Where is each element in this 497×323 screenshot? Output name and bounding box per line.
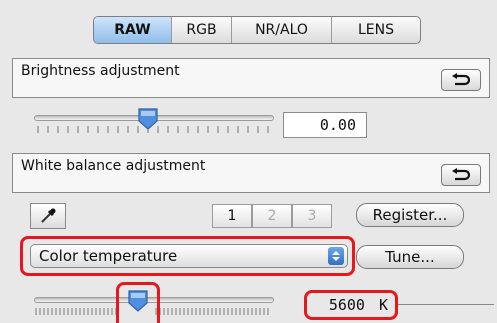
brightness-value-field[interactable]: 0.00 [283,112,367,138]
brightness-section: Brightness adjustment [12,58,490,98]
temperature-value-field[interactable]: 5600 K [308,294,394,316]
tune-button[interactable]: Tune... [356,245,464,269]
adjustment-tabs: RAW RGB NR/ALO LENS [93,16,421,44]
preset-2-button[interactable]: 2 [252,204,292,228]
brightness-title: Brightness adjustment [21,63,180,79]
reset-arrow-icon [452,168,471,181]
white-balance-mode-select[interactable]: Color temperature [30,244,348,268]
temperature-value: 5600 [328,296,365,314]
divider-line [398,304,494,305]
eyedropper-icon [41,208,56,223]
tab-nr-alo[interactable]: NR/ALO [232,17,332,43]
brightness-reset-button[interactable] [441,69,481,91]
white-balance-reset-button[interactable] [441,164,481,186]
chevron-updown-icon [328,247,344,265]
white-balance-section: White balance adjustment [12,153,490,193]
tab-lens[interactable]: LENS [332,17,420,43]
brightness-slider-thumb[interactable] [137,107,159,131]
register-button[interactable]: Register... [356,203,464,227]
preset-3-button[interactable]: 3 [292,204,332,228]
tab-raw[interactable]: RAW [94,17,172,43]
eyedropper-button[interactable] [30,203,66,229]
temperature-unit: K [378,296,388,314]
reset-arrow-icon [452,73,471,86]
temperature-slider-thumb[interactable] [127,289,149,313]
white-balance-mode-value: Color temperature [39,247,178,265]
preset-group: 1 2 3 [212,204,332,228]
white-balance-title: White balance adjustment [21,158,206,174]
tab-rgb[interactable]: RGB [172,17,232,43]
preset-1-button[interactable]: 1 [212,204,252,228]
